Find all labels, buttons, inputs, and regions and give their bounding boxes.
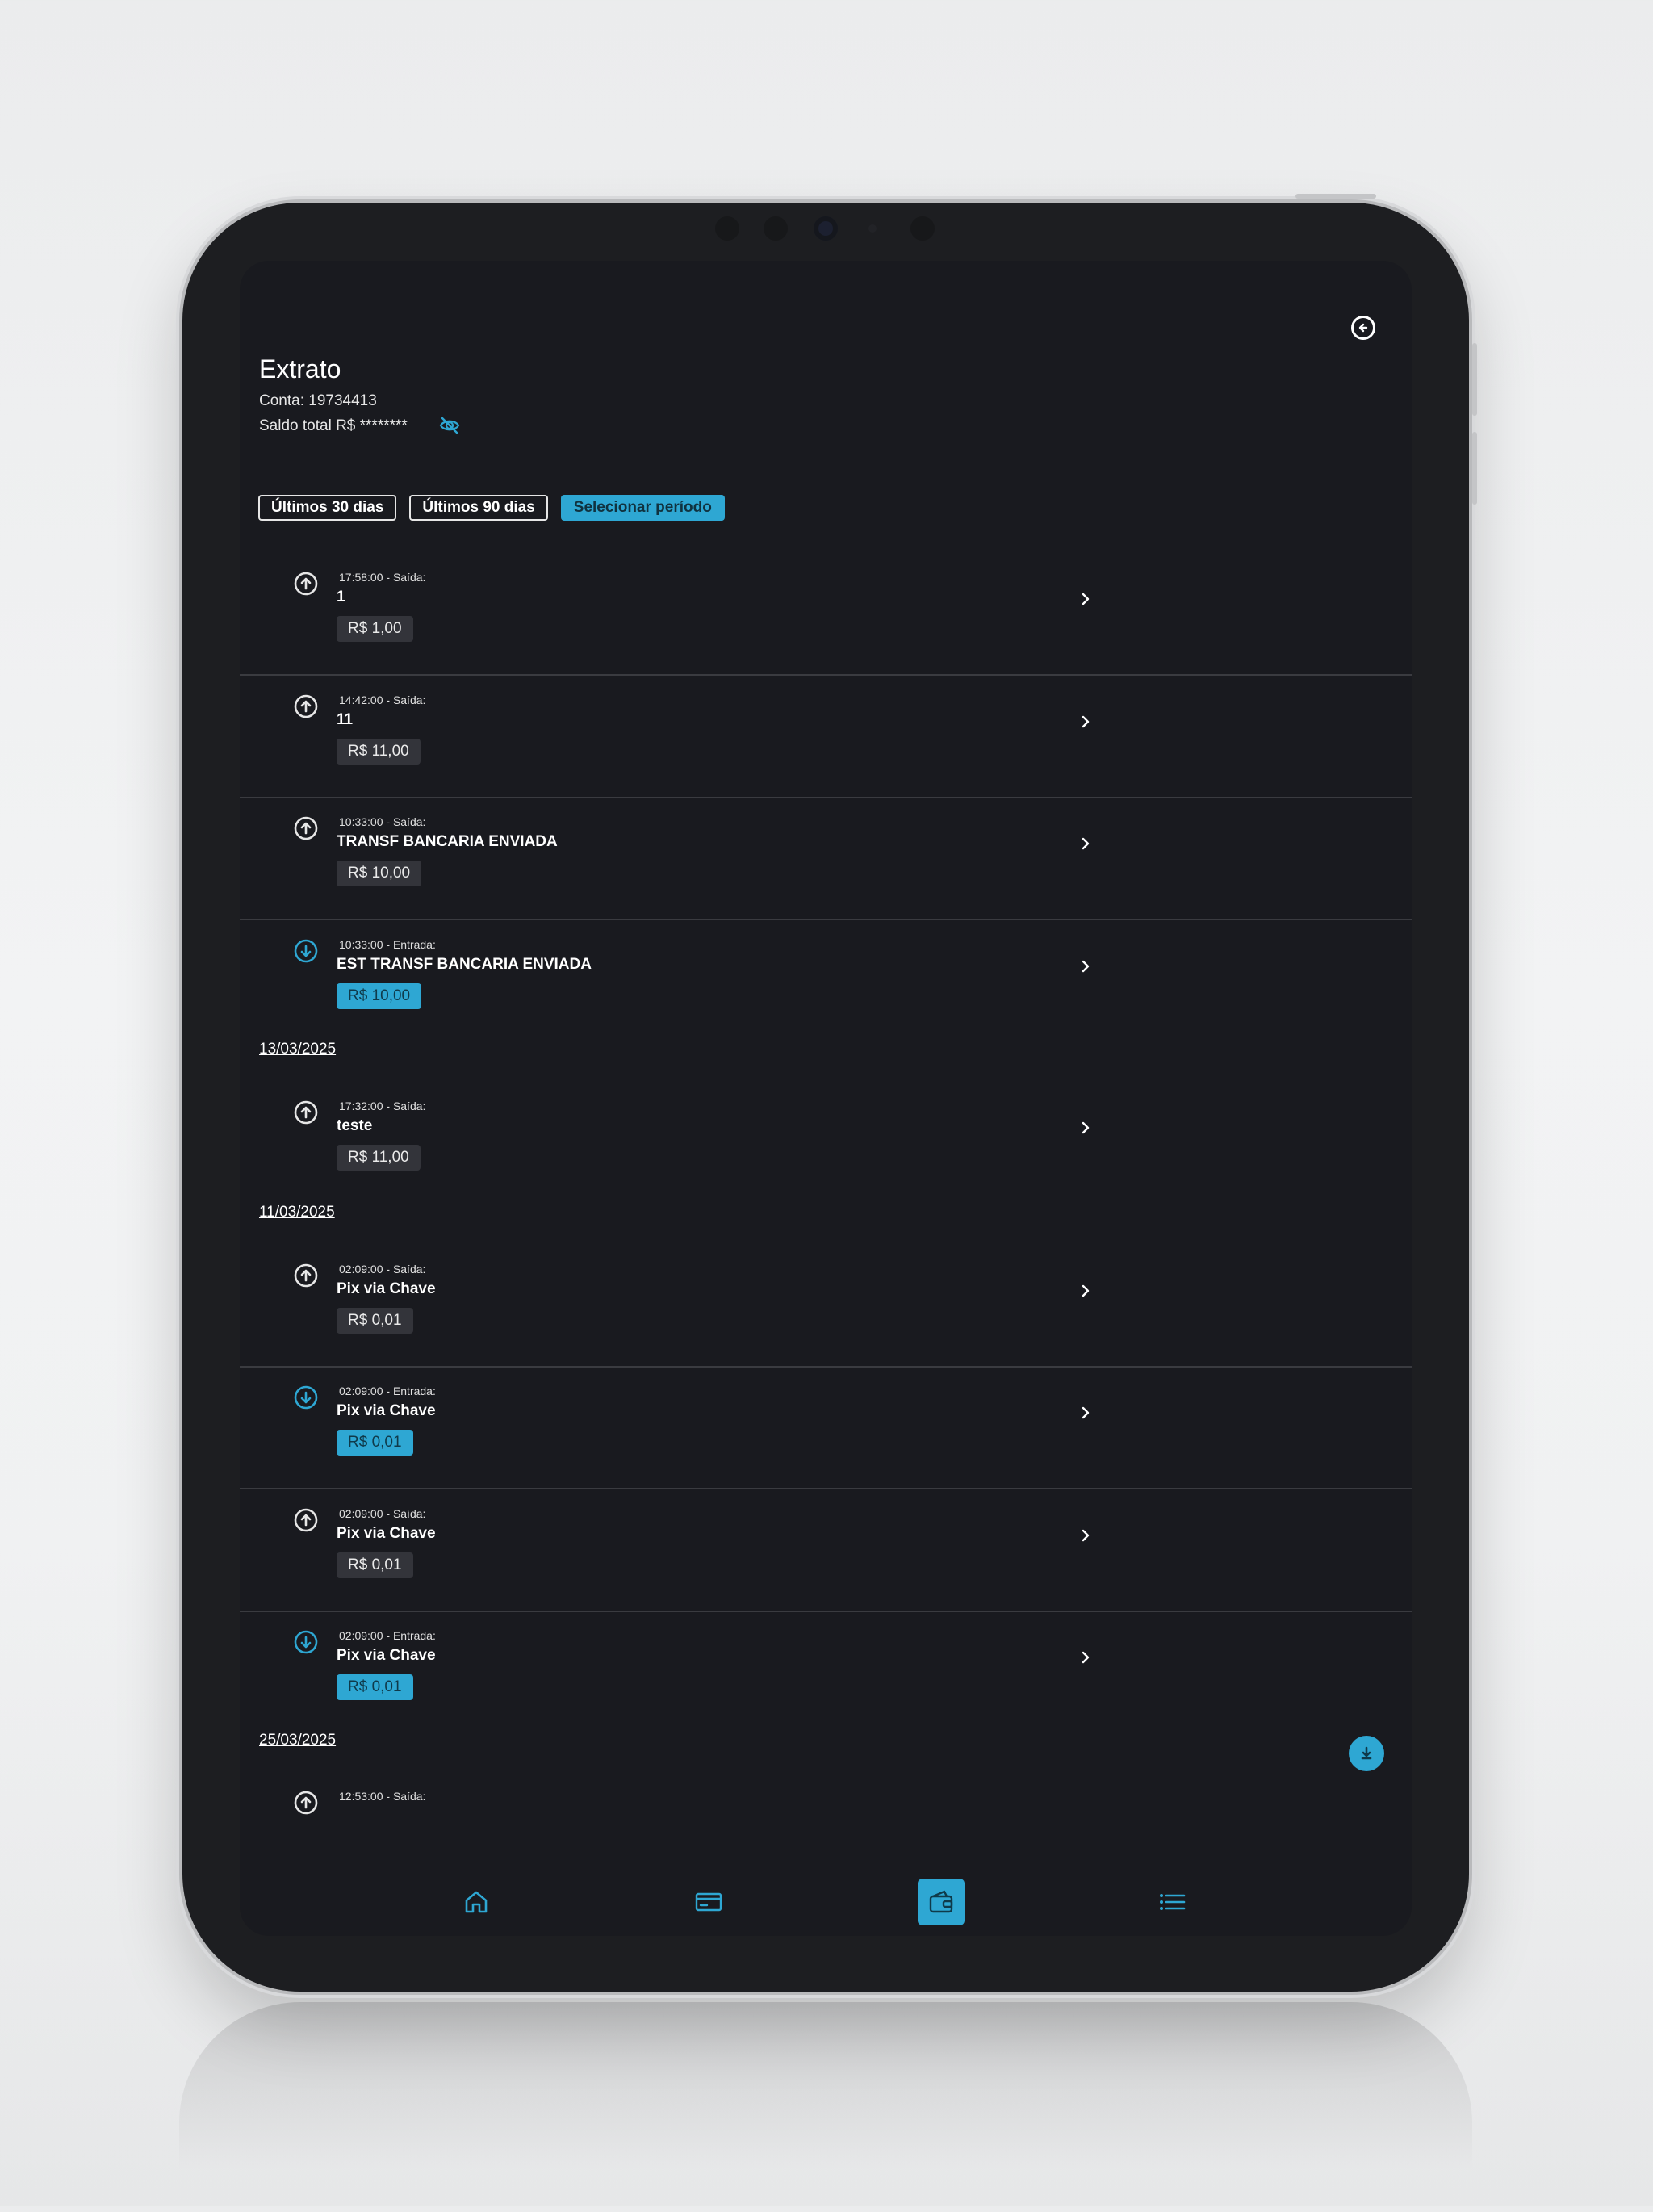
filter-last-30-days[interactable]: Últimos 30 dias	[258, 495, 397, 521]
nav-menu[interactable]	[1149, 1879, 1195, 1925]
transaction-description: teste	[337, 1117, 373, 1134]
chevron-right-icon	[1082, 715, 1090, 728]
transaction-description: Pix via Chave	[337, 1647, 436, 1664]
wallet-icon	[929, 1890, 953, 1913]
transaction-row[interactable]: 17:58:00 - Saída: 1 R$ 1,00	[240, 553, 1412, 676]
transaction-time: 02:09:00 - Saída:	[339, 1507, 426, 1520]
arrow-down-circle-icon	[294, 939, 318, 963]
sensor-1	[715, 216, 739, 241]
tablet-top-button	[1295, 194, 1376, 199]
transaction-row[interactable]: 02:09:00 - Saída: Pix via Chave R$ 0,01	[240, 1245, 1412, 1368]
transaction-time: 17:32:00 - Saída:	[339, 1100, 426, 1112]
arrow-down-circle-icon	[294, 1385, 318, 1410]
chevron-right-icon	[1082, 1406, 1090, 1419]
chevron-right-icon	[1082, 837, 1090, 850]
transaction-amount: R$ 0,01	[337, 1430, 413, 1456]
filter-last-90-days[interactable]: Últimos 90 dias	[409, 495, 548, 521]
sensor-3	[868, 224, 877, 233]
home-icon	[465, 1891, 488, 1913]
transaction-amount: R$ 1,00	[337, 616, 413, 642]
transaction-time: 02:09:00 - Entrada:	[339, 1629, 436, 1642]
transaction-time: 17:58:00 - Saída:	[339, 571, 426, 584]
chevron-right-icon	[1082, 1529, 1090, 1542]
transaction-row[interactable]: 02:09:00 - Entrada: Pix via Chave R$ 0,0…	[240, 1611, 1412, 1732]
date-group-label: 13/03/2025	[259, 1041, 337, 1058]
transaction-description: 1	[337, 589, 345, 605]
transaction-row[interactable]: 17:32:00 - Saída: teste R$ 11,00	[240, 1082, 1412, 1203]
nav-card[interactable]	[685, 1879, 732, 1925]
transaction-row[interactable]: 02:09:00 - Saída: Pix via Chave R$ 0,01	[240, 1489, 1412, 1612]
arrow-up-circle-icon	[294, 1100, 318, 1125]
arrow-up-circle-icon	[294, 1791, 318, 1815]
transaction-description: 11	[337, 711, 354, 728]
chevron-right-icon	[1082, 593, 1090, 605]
download-button[interactable]	[1349, 1736, 1384, 1771]
transaction-row[interactable]: 10:33:00 - Saída: TRANSF BANCARIA ENVIAD…	[240, 798, 1412, 920]
camera-lens	[814, 216, 838, 241]
sensor-4	[910, 216, 935, 241]
arrow-up-circle-icon	[294, 694, 318, 718]
transaction-time: 02:09:00 - Entrada:	[339, 1385, 436, 1397]
list-icon	[1160, 1894, 1186, 1910]
transaction-time: 14:42:00 - Saída:	[339, 693, 426, 706]
transaction-row[interactable]: 10:33:00 - Entrada: EST TRANSF BANCARIA …	[240, 920, 1412, 1041]
tablet-volume-down-button	[1472, 432, 1477, 505]
transaction-amount: R$ 11,00	[337, 739, 421, 765]
transaction-time: 02:09:00 - Saída:	[339, 1263, 426, 1276]
transaction-amount: R$ 11,00	[337, 1145, 421, 1171]
transaction-time: 10:33:00 - Saída:	[339, 815, 426, 828]
back-button[interactable]	[1351, 316, 1375, 340]
toggle-balance-visibility-button[interactable]	[438, 416, 461, 439]
download-icon	[1361, 1746, 1372, 1760]
date-group-label: 25/03/2025	[259, 1732, 337, 1749]
transaction-description: Pix via Chave	[337, 1280, 436, 1297]
arrow-up-circle-icon	[294, 816, 318, 840]
bottom-navigation	[240, 1867, 1412, 1936]
eye-off-icon	[439, 417, 460, 434]
chevron-right-icon	[1082, 1651, 1090, 1664]
chevron-right-icon	[1082, 960, 1090, 973]
transaction-description: Pix via Chave	[337, 1525, 436, 1542]
transaction-amount: R$ 10,00	[337, 861, 422, 886]
tablet-reflection	[179, 2002, 1472, 2212]
date-group-label: 11/03/2025	[259, 1204, 335, 1221]
tablet-volume-up-button	[1472, 343, 1477, 416]
chevron-right-icon	[1082, 1284, 1090, 1297]
transaction-description: EST TRANSF BANCARIA ENVIADA	[337, 956, 592, 973]
arrow-up-circle-icon	[294, 1263, 318, 1288]
arrow-up-circle-icon	[294, 572, 318, 596]
period-filters: Últimos 30 dias Últimos 90 dias Selecion…	[258, 495, 725, 521]
chevron-right-icon	[1082, 1121, 1090, 1134]
transaction-description: Pix via Chave	[337, 1402, 436, 1419]
transaction-description: TRANSF BANCARIA ENVIADA	[337, 833, 558, 850]
transaction-row[interactable]: 02:09:00 - Entrada: Pix via Chave R$ 0,0…	[240, 1367, 1412, 1489]
transaction-amount: R$ 0,01	[337, 1552, 413, 1578]
balance-label: Saldo total R$ ********	[259, 417, 408, 434]
arrow-down-circle-icon	[294, 1630, 318, 1654]
transaction-time: 10:33:00 - Entrada:	[339, 938, 436, 951]
app-screen: Extrato Conta: 19734413 Saldo total R$ *…	[240, 261, 1412, 1936]
transaction-amount: R$ 0,01	[337, 1308, 413, 1334]
filter-select-period[interactable]: Selecionar período	[560, 495, 725, 521]
arrow-left-icon	[1358, 323, 1368, 333]
transaction-time: 12:53:00 - Saída:	[339, 1790, 426, 1803]
transaction-row[interactable]: 12:53:00 - Saída:	[240, 1772, 1412, 1829]
account-number: Conta: 19734413	[259, 392, 377, 409]
transaction-row[interactable]: 14:42:00 - Saída: 11 R$ 11,00	[240, 676, 1412, 798]
transaction-amount: R$ 10,00	[337, 983, 422, 1009]
arrow-up-circle-icon	[294, 1508, 318, 1532]
page-title: Extrato	[259, 354, 341, 383]
nav-home[interactable]	[453, 1879, 500, 1925]
sensor-2	[764, 216, 788, 241]
credit-card-icon	[695, 1892, 722, 1912]
nav-wallet[interactable]	[918, 1879, 965, 1925]
transaction-amount: R$ 0,01	[337, 1674, 413, 1700]
